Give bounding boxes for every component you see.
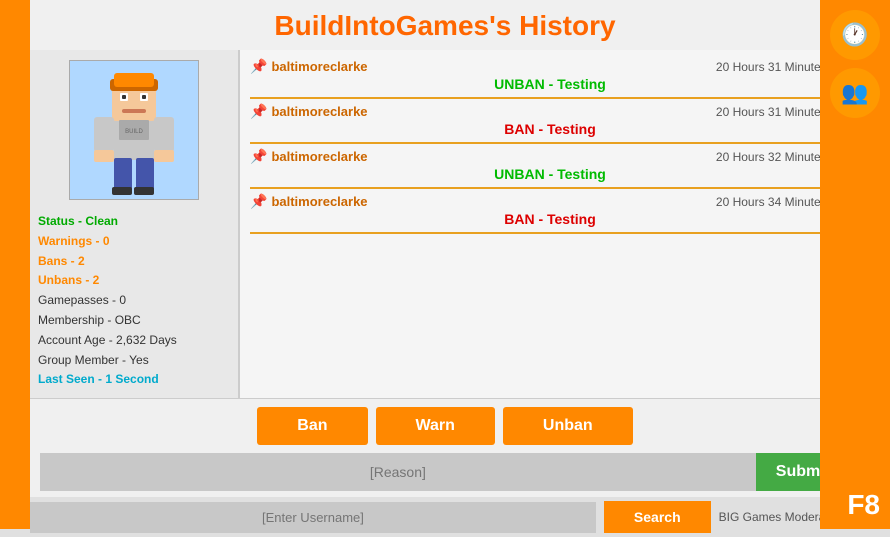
stat-status: Status - Clean [38, 212, 230, 232]
history-item: 📌 baltimoreclarke 20 Hours 34 Minutes ag… [250, 193, 850, 234]
history-panel: 📌 baltimoreclarke 20 Hours 31 Minutes ag… [240, 50, 860, 398]
page-title: BuildIntoGames's History [30, 10, 860, 42]
stat-unbans-text: Unbans - 2 [38, 273, 99, 287]
bottom-bar: Search BIG Games Moderator Util [0, 497, 890, 537]
stat-membership-text: Membership - OBC [38, 313, 141, 327]
stat-bans: Bans - 2 [38, 252, 230, 272]
right-icon-panel: 🕐 👥 F8 [820, 0, 890, 529]
stat-unbans: Unbans - 2 [38, 271, 230, 291]
unban-button[interactable]: Unban [503, 407, 633, 445]
pin-icon: 📌 [250, 193, 267, 210]
svg-text:BUILD: BUILD [125, 129, 143, 135]
pin-icon: 📌 [250, 148, 267, 165]
stat-last-seen: Last Seen - 1 Second [38, 370, 230, 390]
f8-label: F8 [847, 489, 880, 521]
history-action: UNBAN - Testing [250, 165, 850, 183]
username-input[interactable] [30, 502, 596, 533]
left-panel: BUILD Status - Clean Warnings - 0 Bans -… [30, 50, 240, 398]
stat-last-seen-text: Last Seen - 1 Second [38, 372, 159, 386]
history-item: 📌 baltimoreclarke 20 Hours 31 Minutes ag… [250, 58, 850, 99]
history-item: 📌 baltimoreclarke 20 Hours 32 Minutes ag… [250, 148, 850, 189]
history-username: 📌 baltimoreclarke [250, 148, 368, 165]
stat-status-text: Status - Clean [38, 214, 118, 228]
history-item: 📌 baltimoreclarke 20 Hours 31 Minutes ag… [250, 103, 850, 144]
stat-gamepasses: Gamepasses - 0 [38, 291, 230, 311]
pin-icon: 📌 [250, 103, 267, 120]
reason-input[interactable] [40, 453, 756, 491]
title-bar: BuildIntoGames's History [30, 0, 860, 50]
avatar-container: BUILD [69, 60, 199, 200]
stats-panel: Status - Clean Warnings - 0 Bans - 2 Unb… [38, 212, 230, 390]
history-username: 📌 baltimoreclarke [250, 193, 368, 210]
history-action: BAN - Testing [250, 210, 850, 228]
pin-icon: 📌 [250, 58, 267, 75]
history-action: UNBAN - Testing [250, 75, 850, 93]
action-buttons: Ban Warn Unban [40, 407, 850, 445]
history-action: BAN - Testing [250, 120, 850, 138]
stat-bans-text: Bans - 2 [38, 254, 85, 268]
stat-warnings: Warnings - 0 [38, 232, 230, 252]
stat-membership: Membership - OBC [38, 311, 230, 331]
group-icon[interactable]: 👥 [830, 68, 880, 118]
stat-group-member: Group Member - Yes [38, 351, 230, 371]
history-username: 📌 baltimoreclarke [250, 103, 368, 120]
stat-gamepasses-text: Gamepasses - 0 [38, 293, 126, 307]
ban-button[interactable]: Ban [257, 407, 367, 445]
history-username: 📌 baltimoreclarke [250, 58, 368, 75]
reason-row: Submit [40, 453, 850, 491]
history-list: 📌 baltimoreclarke 20 Hours 31 Minutes ag… [240, 50, 860, 398]
search-button[interactable]: Search [604, 501, 711, 533]
stat-group-member-text: Group Member - Yes [38, 353, 149, 367]
stat-warnings-text: Warnings - 0 [38, 234, 110, 248]
warn-button[interactable]: Warn [376, 407, 495, 445]
action-bar: Ban Warn Unban Submit [30, 398, 860, 497]
clock-icon[interactable]: 🕐 [830, 10, 880, 60]
left-decorative-bar [0, 0, 30, 529]
stat-account-age: Account Age - 2,632 Days [38, 331, 230, 351]
stat-account-age-text: Account Age - 2,632 Days [38, 333, 177, 347]
